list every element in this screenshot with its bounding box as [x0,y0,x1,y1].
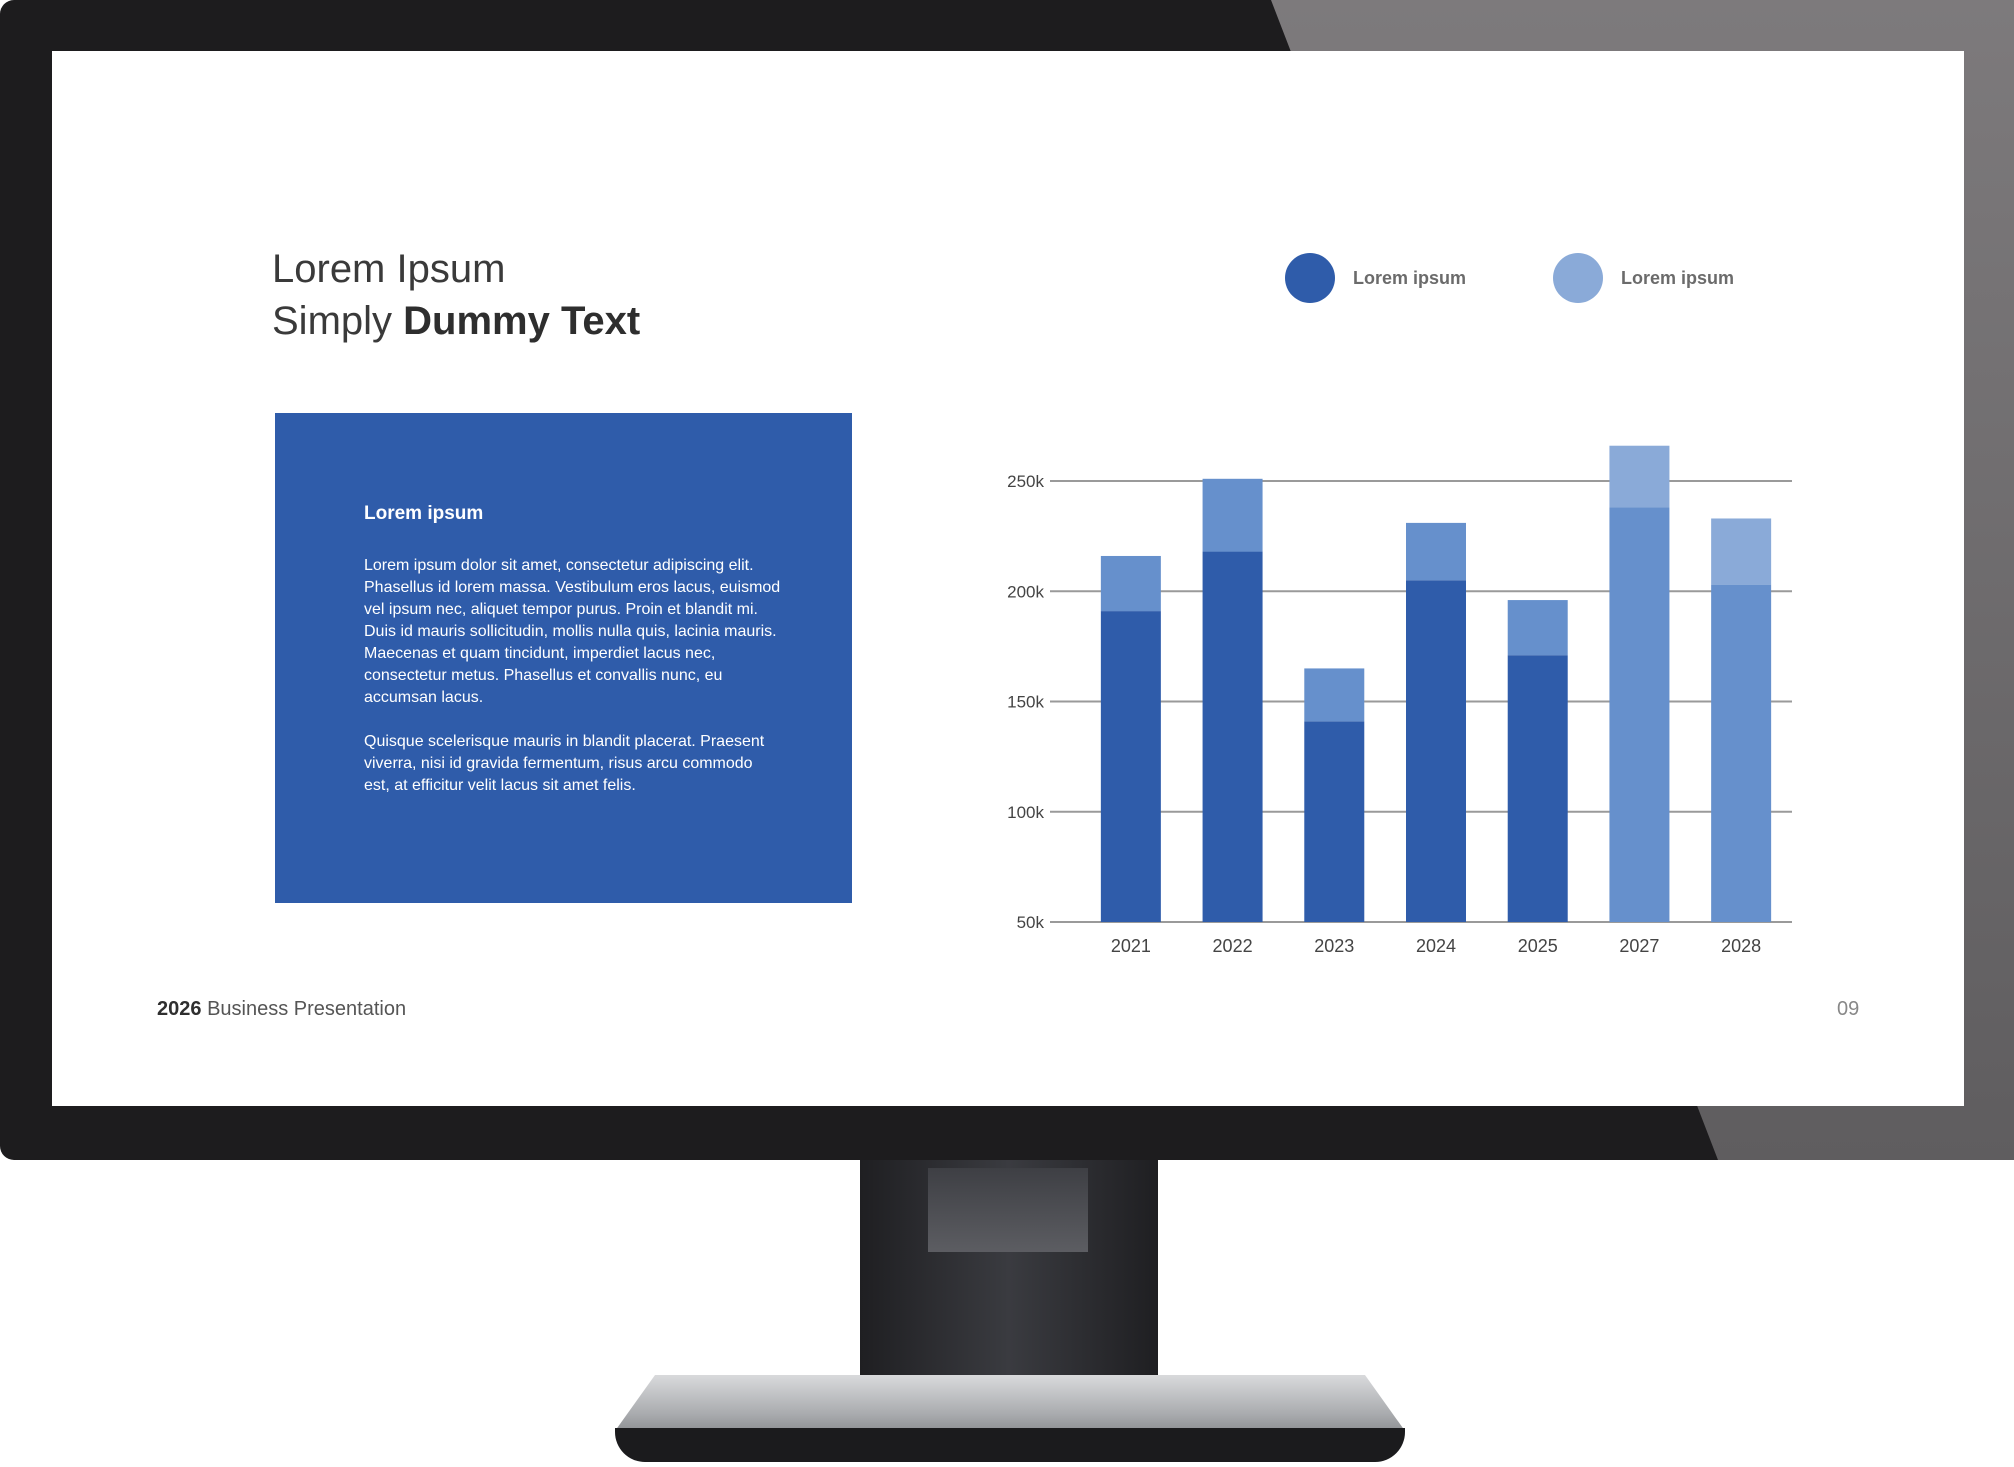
bar-segment-upper [1304,668,1365,722]
footer-text: Business Presentation [207,998,407,1020]
y-tick-label: 100k [1007,803,1044,822]
legend-item-1: Lorem ipsum [1285,253,1466,303]
x-tick-label: 2027 [1619,936,1659,956]
bar-segment-lower [1507,655,1568,922]
bar-segment-upper [1609,445,1670,508]
y-tick-label: 50k [1017,913,1045,932]
footer-year: 2026 [157,998,202,1020]
monitor-stand-cutout [928,1168,1088,1252]
bar-segment-lower [1100,611,1161,922]
y-tick-label: 200k [1007,582,1044,601]
y-tick-label: 150k [1007,693,1044,712]
x-tick-label: 2023 [1314,936,1354,956]
legend-label-2: Lorem ipsum [1621,267,1735,288]
legend-dot-1 [1285,253,1335,303]
bar-segment-upper [1507,600,1568,656]
legend-dot-2 [1553,253,1603,303]
title-line-1: Lorem Ipsum [272,247,506,291]
monitor-stand-base [615,1375,1405,1431]
bar-segment-upper [1100,555,1161,612]
bar-segment-upper [1202,478,1263,552]
slide-title: Lorem Ipsum Simply Dummy Text [272,243,640,347]
y-tick-label: 250k [1007,472,1044,491]
description-paragraph-2: Quisque scelerisque mauris in blandit pl… [364,733,765,794]
bar-segment-lower [1711,584,1772,922]
title-line-2-bold: Dummy Text [403,299,641,343]
x-tick-label: 2025 [1518,936,1558,956]
bar-segment-lower [1304,721,1365,922]
stacked-bar-chart: 250k 200k 150k 100k 50k 2021 2022 2023 2024 2025 2… [1007,445,1792,956]
bar-segment-lower [1202,551,1263,922]
x-tick-label: 2022 [1213,936,1253,956]
x-tick-label: 2021 [1111,936,1151,956]
legend-label-1: Lorem ipsum [1353,267,1467,288]
x-tick-label: 2028 [1721,936,1761,956]
description-box: Lorem ipsum Lorem ipsum dolor sit amet, … [275,413,852,903]
title-line-2: Simply Dummy Text [272,295,640,347]
legend-item-2: Lorem ipsum [1553,253,1734,303]
x-tick-label: 2024 [1416,936,1456,956]
description-heading: Lorem ipsum [364,503,484,524]
bar-segment-lower [1609,507,1670,922]
description-paragraph-1: Lorem ipsum dolor sit amet, consectetur … [364,557,781,706]
bar-segment-upper [1711,518,1772,585]
bar-segment-lower [1406,580,1466,922]
page-number: 09 [1837,998,1860,1020]
title-line-2-light: Simply [272,299,393,343]
monitor-stand-base-edge [615,1428,1405,1462]
footer-title: 2026 Business Presentation [157,998,406,1021]
monitor-screen: Lorem Ipsum Simply Dummy Text Lorem ipsu… [52,51,1964,1106]
bar-segment-upper [1406,522,1466,581]
